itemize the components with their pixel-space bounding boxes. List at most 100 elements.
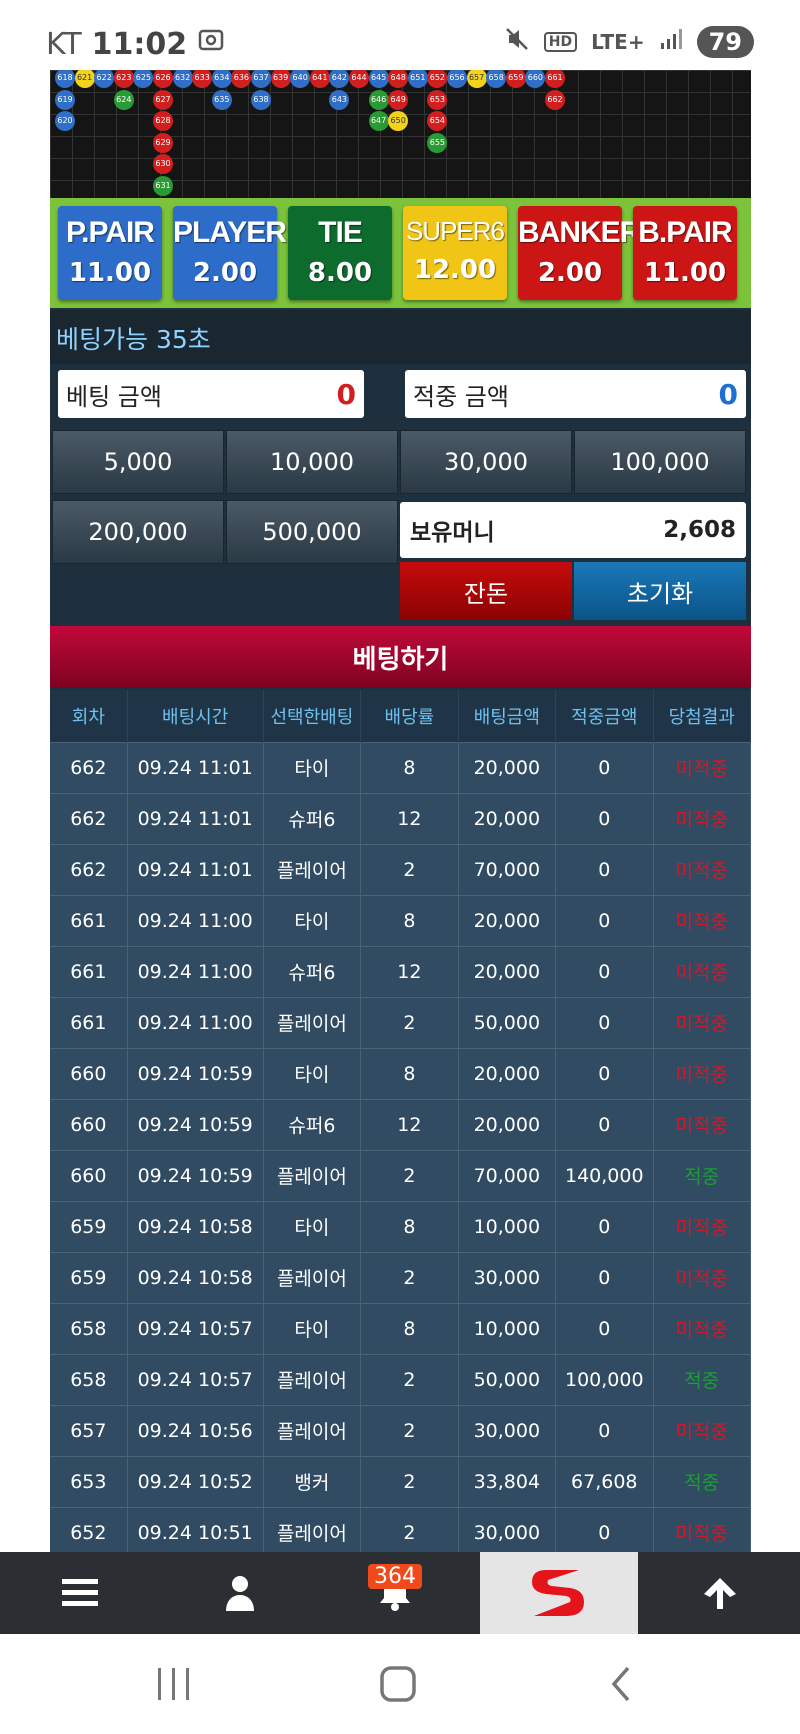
bet-amount-box: 베팅 금액 0 <box>58 370 364 418</box>
bead-655: 655 <box>427 132 448 153</box>
table-cell: 12 <box>360 1098 459 1150</box>
table-cell: 661 <box>50 945 128 997</box>
signal-icon <box>659 27 683 57</box>
notification-count-badge: 364 <box>368 1564 422 1589</box>
back-icon[interactable] <box>606 1664 636 1708</box>
bet-option-odds: 2.00 <box>192 258 258 288</box>
table-cell: 660 <box>50 1149 128 1201</box>
table-cell: 8 <box>360 741 459 793</box>
table-cell: 0 <box>555 996 654 1048</box>
brand-logo[interactable] <box>480 1552 638 1634</box>
table-cell: 09.24 10:59 <box>127 1098 264 1150</box>
table-row: 658 09.24 10:57 플레이어 2 50,000 100,000 적중 <box>50 1353 751 1405</box>
table-cell: 33,804 <box>458 1455 557 1507</box>
table-cell: 8 <box>360 894 459 946</box>
table-cell: 0 <box>555 1047 654 1099</box>
chip-30000[interactable]: 30,000 <box>400 430 572 494</box>
bead-641: 641 <box>309 70 330 88</box>
table-cell: 09.24 10:52 <box>127 1455 264 1507</box>
table-row: 659 09.24 10:58 타이 8 10,000 0 미적중 <box>50 1200 751 1252</box>
chip-10000[interactable]: 10,000 <box>226 430 398 494</box>
chip-5000[interactable]: 5,000 <box>52 430 224 494</box>
table-header-row: 회차 배팅시간 선택한배팅 배당률 배팅금액 적중금액 당첨결과 <box>50 690 751 742</box>
table-cell: 적중 <box>653 1149 751 1201</box>
table-cell: 8 <box>360 1200 459 1252</box>
bead-642: 642 <box>329 70 350 88</box>
table-row: 660 09.24 10:59 타이 8 20,000 0 미적중 <box>50 1047 751 1099</box>
bead-646: 646 <box>368 89 389 110</box>
table-body: 662 09.24 11:01 타이 8 20,000 0 미적중 662 09.24 11:0… <box>50 741 751 1552</box>
win-amount-box: 적중 금액 0 <box>405 370 746 418</box>
screenshot-icon <box>197 26 225 62</box>
chip-200000[interactable]: 200,000 <box>52 500 224 564</box>
table-cell: 09.24 11:01 <box>127 843 264 895</box>
bet-tie-button[interactable]: TIE 8.00 <box>288 206 392 300</box>
table-cell: 2 <box>360 1506 459 1552</box>
bead-623: 623 <box>113 70 134 88</box>
table-cell: 0 <box>555 1404 654 1456</box>
bead-620: 620 <box>55 111 75 131</box>
table-cell: 09.24 11:00 <box>127 945 264 997</box>
bead-640: 640 <box>290 70 311 88</box>
table-cell: 플레이어 <box>263 1149 362 1201</box>
table-cell: 09.24 10:56 <box>127 1404 264 1456</box>
bet-p-pair-button[interactable]: P.PAIR 11.00 <box>58 206 162 300</box>
bead-662: 662 <box>545 89 565 110</box>
win-amount-value: 0 <box>718 377 738 411</box>
table-cell: 타이 <box>263 1047 362 1099</box>
bet-player-button[interactable]: PLAYER 2.00 <box>173 206 287 300</box>
bead-657: 657 <box>466 70 487 88</box>
bet-b-pair-button[interactable]: B.PAIR 11.00 <box>633 206 737 300</box>
table-cell: 658 <box>50 1302 128 1354</box>
change-button[interactable]: 잔돈 <box>400 562 572 620</box>
bead-633: 633 <box>192 70 213 88</box>
user-icon[interactable] <box>200 1552 280 1634</box>
bet-option-name: P.PAIR <box>66 216 155 249</box>
table-cell: 12 <box>360 792 459 844</box>
table-cell: 플레이어 <box>263 843 362 895</box>
table-cell: 652 <box>50 1506 128 1552</box>
bet-option-odds: 12.00 <box>413 255 497 285</box>
scroll-top-arrow-icon[interactable] <box>680 1552 760 1634</box>
place-bet-button[interactable]: 베팅하기 <box>50 626 751 688</box>
reset-button[interactable]: 초기화 <box>574 562 746 620</box>
bet-history-table: 회차 배팅시간 선택한배팅 배당률 배팅금액 적중금액 당첨결과 662 09.24 11:0… <box>50 690 751 1552</box>
bet-option-name: SUPER6 <box>405 216 505 246</box>
bead-644: 644 <box>349 70 369 88</box>
bet-super6-button[interactable]: SUPER6 12.00 <box>403 206 507 300</box>
column-header: 배당률 <box>360 690 459 742</box>
bead-637: 637 <box>251 70 271 88</box>
recent-apps-icon[interactable] <box>156 1664 192 1708</box>
table-row: 662 09.24 11:01 타이 8 20,000 0 미적중 <box>50 741 751 793</box>
bead-624: 624 <box>113 89 134 110</box>
bet-banker-button[interactable]: BANKER 2.00 <box>518 206 641 300</box>
table-cell: 타이 <box>263 741 362 793</box>
table-cell: 09.24 11:00 <box>127 894 264 946</box>
home-icon[interactable] <box>378 1664 418 1708</box>
chip-500000[interactable]: 500,000 <box>226 500 398 564</box>
table-cell: 660 <box>50 1047 128 1099</box>
table-cell: 타이 <box>263 894 362 946</box>
table-cell: 2 <box>360 1455 459 1507</box>
table-cell: 09.24 10:59 <box>127 1149 264 1201</box>
bead-659: 659 <box>505 70 526 88</box>
table-cell: 적중 <box>653 1455 751 1507</box>
bead-648: 648 <box>388 70 409 88</box>
chip-100000[interactable]: 100,000 <box>574 430 746 494</box>
table-cell: 67,608 <box>555 1455 654 1507</box>
bead-626: 626 <box>153 70 173 88</box>
table-cell: 659 <box>50 1251 128 1303</box>
bet-option-name: TIE <box>318 216 363 249</box>
bet-options: P.PAIR 11.00 PLAYER 2.00 TIE 8.00 SUPER6 12.00 B… <box>50 198 751 308</box>
table-cell: 미적중 <box>653 1404 751 1456</box>
column-header: 선택한배팅 <box>263 690 362 742</box>
system-navigation-bar <box>0 1634 800 1734</box>
bead-619: 619 <box>55 89 75 110</box>
bead-621: 621 <box>74 70 95 88</box>
table-cell: 30,000 <box>458 1251 557 1303</box>
table-row: 662 09.24 11:01 플레이어 2 70,000 0 미적중 <box>50 843 751 895</box>
battery-level: 79 <box>696 26 754 58</box>
menu-icon[interactable] <box>40 1552 120 1634</box>
table-cell: 09.24 10:59 <box>127 1047 264 1099</box>
notification-bell-icon[interactable]: 364 <box>355 1552 435 1634</box>
